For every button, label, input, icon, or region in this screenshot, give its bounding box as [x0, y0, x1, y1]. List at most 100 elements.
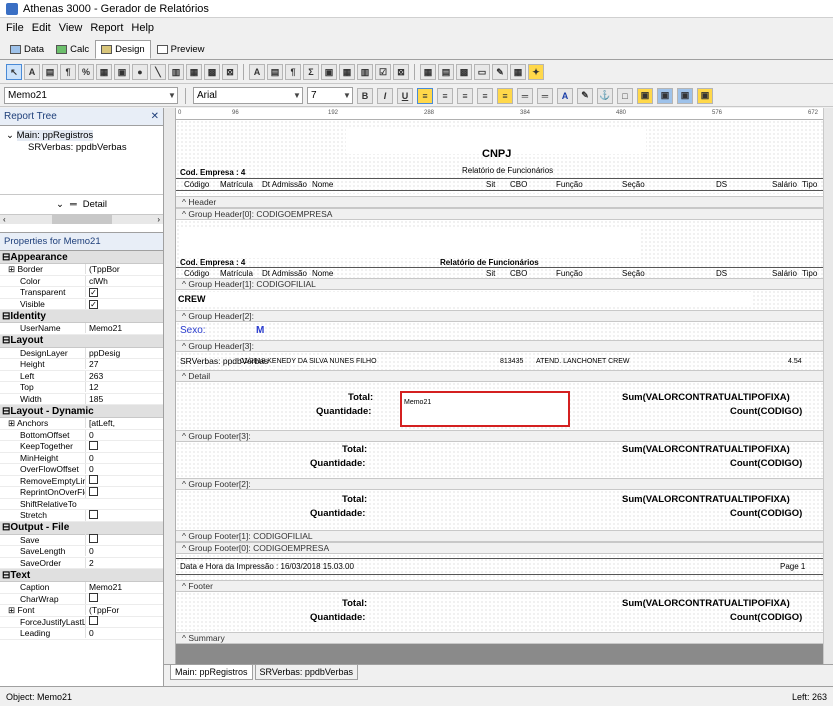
col-secao[interactable]: Seção	[622, 180, 645, 189]
property-value[interactable]	[85, 616, 145, 628]
scroll-thumb[interactable]	[51, 215, 112, 224]
footer-sum-field[interactable]: Sum(VALORCONTRATUALTIPOFIXA)	[622, 598, 790, 609]
richtext-tool-icon[interactable]: ¶	[60, 64, 76, 80]
col-nome[interactable]: Nome	[312, 180, 333, 189]
band-label-gh3[interactable]: ^ Group Header[3]:	[176, 340, 826, 352]
property-value[interactable]: Memo21	[85, 582, 145, 593]
property-value[interactable]: 263	[85, 370, 145, 381]
property-value[interactable]: (TppBor	[85, 264, 145, 275]
checkbox-icon[interactable]: ✓	[89, 299, 98, 309]
gf2-sum-field[interactable]: Sum(VALORCONTRATUALTIPOFIXA)	[622, 494, 790, 505]
property-row[interactable]: ForceJustifyLastLi	[0, 616, 163, 628]
col-codigo[interactable]: Código	[184, 180, 209, 189]
page-tool-icon[interactable]: ▭	[474, 64, 490, 80]
dbcalc-tool-icon[interactable]: Σ	[303, 64, 319, 80]
property-value[interactable]: 185	[85, 393, 145, 404]
gh0-col[interactable]: Salário	[772, 269, 797, 278]
gf0-band[interactable]: Data e Hora da Impressão : 16/03/2018 15…	[176, 554, 826, 580]
property-row[interactable]: OverFlowOffset 0	[0, 464, 163, 476]
footer-band[interactable]: Total: Quantidade: Sum(VALORCONTRATUALTI…	[176, 592, 826, 632]
sexo-value[interactable]: M	[256, 325, 264, 336]
dbrichtext-tool-icon[interactable]: ¶	[285, 64, 301, 80]
tree-node-main[interactable]: ⌄ Main: ppRegistros	[6, 130, 157, 142]
align-top-button[interactable]: ≡	[497, 87, 513, 104]
property-row[interactable]: Caption Memo21	[0, 582, 163, 594]
funcao-value[interactable]: ATEND. LANCHONET CREW	[536, 357, 629, 366]
align-bottom-button[interactable]: ═	[537, 87, 553, 104]
gh0-band[interactable]: Cod. Empresa : 4 Relatório de Funcionári…	[176, 220, 826, 278]
design-vscrollbar[interactable]	[823, 108, 833, 664]
systemvar-tool-icon[interactable]: %	[78, 64, 94, 80]
align-middle-button[interactable]: ═	[517, 87, 533, 104]
paint-tool-icon[interactable]: ✎	[492, 64, 508, 80]
send-back-icon[interactable]: ▣	[657, 87, 673, 104]
band-label-gf1[interactable]: ^ Group Footer[1]: CODIGOFILIAL	[176, 530, 826, 542]
property-category[interactable]: ⊟ Output - File	[0, 521, 163, 535]
close-icon[interactable]: ✕	[151, 111, 159, 122]
align-right-button[interactable]: ≡	[457, 87, 473, 104]
component-select[interactable]: Memo21 ▼	[4, 87, 178, 104]
label-tool-icon[interactable]: A	[24, 64, 40, 80]
menu-file[interactable]: File	[6, 22, 24, 34]
footer-page-label[interactable]: Page 1	[780, 562, 805, 571]
property-row[interactable]: Transparent ✓	[0, 287, 163, 299]
property-category[interactable]: ⊟ Layout - Dynamic	[0, 405, 163, 418]
gh0-col[interactable]: DS	[716, 269, 727, 278]
detail-sum-field[interactable]: Sum(VALORCONTRATUALTIPOFIXA)	[622, 392, 790, 403]
footer-date-label[interactable]: Data e Hora da Impressão : 16/03/2018 15…	[180, 562, 354, 571]
table-tool-icon[interactable]: ▩	[204, 64, 220, 80]
property-category[interactable]: ⊟ Text	[0, 569, 163, 582]
property-value[interactable]: 0	[85, 452, 145, 463]
footer-count-field[interactable]: Count(CODIGO)	[730, 612, 802, 623]
gh1-band[interactable]: CREW	[176, 290, 826, 310]
dbbarcode-tool-icon[interactable]: ▦	[339, 64, 355, 80]
property-value[interactable]: 0	[85, 546, 145, 557]
property-row[interactable]: ReprintOnOverFlo	[0, 486, 163, 499]
footer-total-label[interactable]: Total:	[342, 598, 367, 609]
font-size-select[interactable]: 7 ▼	[307, 87, 353, 104]
gf3-sum-field[interactable]: Sum(VALORCONTRATUALTIPOFIXA)	[622, 444, 790, 455]
property-row[interactable]: ShiftRelativeTo	[0, 499, 163, 510]
gh0-col[interactable]: Função	[556, 269, 583, 278]
property-row[interactable]: Leading 0	[0, 628, 163, 640]
region-tool-icon[interactable]: ⊠	[222, 64, 238, 80]
font-name-select[interactable]: Arial ▼	[193, 87, 303, 104]
property-row[interactable]: Width 185	[0, 393, 163, 405]
checkbox-icon[interactable]: ✓	[89, 288, 98, 298]
property-row[interactable]: ⊞ Font (TppFor	[0, 605, 163, 617]
bring-front-icon[interactable]: ▣	[637, 87, 653, 104]
band-label-summary[interactable]: ^ Summary	[176, 632, 826, 644]
gf2-count-field[interactable]: Count(CODIGO)	[730, 508, 802, 519]
dbcheckbox-tool-icon[interactable]: ☑	[375, 64, 391, 80]
bold-button[interactable]: B	[357, 87, 373, 104]
dbtext2-tool-icon[interactable]: ⊠	[393, 64, 409, 80]
report-title-label[interactable]: Relatório de Funcionários	[462, 166, 553, 175]
region2-tool-icon[interactable]: ▦	[420, 64, 436, 80]
property-row[interactable]: Left 263	[0, 370, 163, 382]
menu-help[interactable]: Help	[131, 22, 154, 34]
underline-button[interactable]: U	[397, 87, 413, 104]
band-label-gh2[interactable]: ^ Group Header[2]:	[176, 310, 826, 322]
property-row[interactable]: CharWrap	[0, 593, 163, 605]
detail-total-label[interactable]: Total:	[348, 392, 373, 403]
detail-count-field[interactable]: Count(CODIGO)	[730, 406, 802, 417]
space-objects-icon[interactable]: ▣	[697, 87, 713, 104]
detail-band[interactable]: Total: Quantidade: Memo21 Sum(VALORCONTR…	[176, 382, 826, 430]
align-left-button[interactable]: ≡	[417, 87, 433, 104]
property-value[interactable]: ✓	[85, 287, 145, 298]
gh0-col[interactable]: Tipo	[802, 269, 817, 278]
property-value[interactable]	[85, 593, 145, 605]
dbimage-tool-icon[interactable]: ▣	[321, 64, 337, 80]
band-label-footer[interactable]: ^ Footer	[176, 580, 826, 592]
align-center-button[interactable]: ≡	[437, 87, 453, 104]
property-category[interactable]: ⊟ Layout	[0, 334, 163, 348]
tab-subreport[interactable]: SRVerbas: ppdbVerbas	[254, 665, 358, 680]
crew-label[interactable]: CREW	[178, 294, 206, 304]
col-salario[interactable]: Salário	[772, 180, 797, 189]
gf3-band[interactable]: Total: Quantidade: Sum(VALORCONTRATUALTI…	[176, 442, 826, 478]
col-cbo[interactable]: CBO	[510, 180, 527, 189]
cbo-value[interactable]: 813435	[500, 357, 523, 366]
font-color-icon[interactable]: A	[557, 87, 573, 104]
property-value[interactable]: 27	[85, 359, 145, 370]
property-value[interactable]	[85, 486, 145, 498]
